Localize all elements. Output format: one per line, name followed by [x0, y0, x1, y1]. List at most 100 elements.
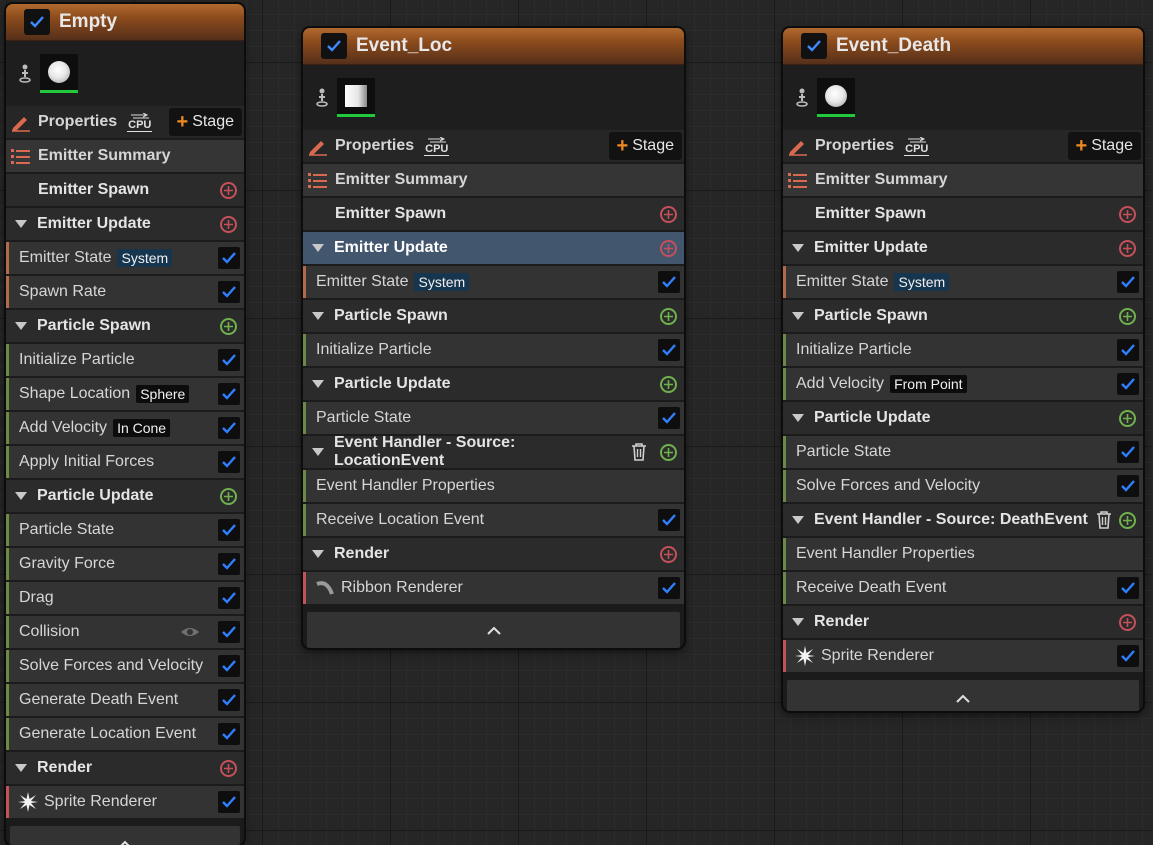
module-enable-checkbox[interactable]: [218, 417, 240, 439]
section-emitter-spawn[interactable]: Emitter Spawn: [303, 198, 684, 230]
module-enable-checkbox[interactable]: [218, 689, 240, 711]
emitter-node-event-loc[interactable]: Event_Loc Properties CPU +Stage Emitter …: [303, 28, 684, 648]
eye-icon[interactable]: [180, 626, 200, 638]
properties-row[interactable]: Properties CPU +Stage: [303, 130, 684, 162]
emitter-header[interactable]: Event_Death: [783, 28, 1143, 65]
emitter-header[interactable]: Event_Loc: [303, 28, 684, 65]
add-module-icon[interactable]: [1119, 206, 1136, 223]
add-module-icon[interactable]: [220, 488, 237, 505]
section-render[interactable]: Render: [6, 752, 244, 784]
add-stage-button[interactable]: +Stage: [169, 108, 243, 136]
module-enable-checkbox[interactable]: [1117, 339, 1139, 361]
module-sprite-renderer[interactable]: Sprite Renderer: [6, 786, 244, 818]
module-enable-checkbox[interactable]: [1117, 271, 1139, 293]
add-module-icon[interactable]: [660, 308, 677, 325]
emitter-thumbnail[interactable]: [817, 78, 855, 117]
module-emitter-state[interactable]: Emitter State System: [303, 266, 684, 298]
module-enable-checkbox[interactable]: [218, 553, 240, 575]
collapse-triangle-icon[interactable]: [312, 550, 324, 558]
section-particle-update[interactable]: Particle Update: [303, 368, 684, 400]
module-drag[interactable]: Drag: [6, 582, 244, 614]
trash-icon[interactable]: [630, 443, 648, 461]
emitter-node-event-death[interactable]: Event_Death Properties CPU +Stage Emitte…: [783, 28, 1143, 711]
module-enable-checkbox[interactable]: [1117, 645, 1139, 667]
section-particle-spawn[interactable]: Particle Spawn: [303, 300, 684, 332]
section-render[interactable]: Render: [303, 538, 684, 570]
module-add-velocity[interactable]: Add Velocity In Cone: [6, 412, 244, 444]
add-module-icon[interactable]: [1119, 240, 1136, 257]
emitter-summary-row[interactable]: Emitter Summary: [6, 140, 244, 172]
module-generate-location-event[interactable]: Generate Location Event: [6, 718, 244, 750]
module-enable-checkbox[interactable]: [218, 587, 240, 609]
emitter-enable-checkbox[interactable]: [321, 33, 347, 59]
add-module-icon[interactable]: [660, 206, 677, 223]
collapse-triangle-icon[interactable]: [792, 312, 804, 320]
emitter-summary-row[interactable]: Emitter Summary: [783, 164, 1143, 196]
collapse-triangle-icon[interactable]: [312, 312, 324, 320]
module-enable-checkbox[interactable]: [658, 407, 680, 429]
section-emitter-spawn[interactable]: Emitter Spawn: [783, 198, 1143, 230]
emitter-node-empty[interactable]: Empty Properties CPU +Stage Emitter Summ…: [6, 4, 244, 845]
add-module-icon[interactable]: [220, 760, 237, 777]
emitter-header[interactable]: Empty: [6, 4, 244, 41]
trash-icon[interactable]: [1095, 511, 1113, 529]
collapse-button[interactable]: [307, 612, 680, 648]
module-enable-checkbox[interactable]: [218, 791, 240, 813]
module-enable-checkbox[interactable]: [218, 723, 240, 745]
module-particle-state[interactable]: Particle State: [6, 514, 244, 546]
add-module-icon[interactable]: [220, 182, 237, 199]
section-particle-update[interactable]: Particle Update: [783, 402, 1143, 434]
module-particle-state[interactable]: Particle State: [303, 402, 684, 434]
section-particle-spawn[interactable]: Particle Spawn: [6, 310, 244, 342]
add-module-icon[interactable]: [660, 376, 677, 393]
module-enable-checkbox[interactable]: [218, 281, 240, 303]
collapse-triangle-icon[interactable]: [15, 220, 27, 228]
add-stage-button[interactable]: +Stage: [1068, 132, 1142, 160]
module-add-velocity[interactable]: Add Velocity From Point: [783, 368, 1143, 400]
module-initialize-particle[interactable]: Initialize Particle: [783, 334, 1143, 366]
module-enable-checkbox[interactable]: [218, 655, 240, 677]
module-event-handler-properties[interactable]: Event Handler Properties: [783, 538, 1143, 570]
module-gravity-force[interactable]: Gravity Force: [6, 548, 244, 580]
module-spawn-rate[interactable]: Spawn Rate: [6, 276, 244, 308]
module-enable-checkbox[interactable]: [658, 271, 680, 293]
module-enable-checkbox[interactable]: [218, 247, 240, 269]
collapse-triangle-icon[interactable]: [312, 244, 324, 252]
module-enable-checkbox[interactable]: [1117, 577, 1139, 599]
section-emitter-spawn[interactable]: Emitter Spawn: [6, 174, 244, 206]
module-particle-state[interactable]: Particle State: [783, 436, 1143, 468]
module-enable-checkbox[interactable]: [658, 577, 680, 599]
section-particle-spawn[interactable]: Particle Spawn: [783, 300, 1143, 332]
collapse-triangle-icon[interactable]: [15, 764, 27, 772]
add-module-icon[interactable]: [220, 216, 237, 233]
module-receive-death-event[interactable]: Receive Death Event: [783, 572, 1143, 604]
add-module-icon[interactable]: [1119, 410, 1136, 427]
module-initialize-particle[interactable]: Initialize Particle: [6, 344, 244, 376]
module-enable-checkbox[interactable]: [218, 349, 240, 371]
add-module-icon[interactable]: [660, 546, 677, 563]
module-solve-forces[interactable]: Solve Forces and Velocity: [783, 470, 1143, 502]
collapse-triangle-icon[interactable]: [792, 516, 804, 524]
module-ribbon-renderer[interactable]: Ribbon Renderer: [303, 572, 684, 604]
module-emitter-state[interactable]: Emitter State System: [783, 266, 1143, 298]
module-enable-checkbox[interactable]: [1117, 475, 1139, 497]
collapse-button[interactable]: [10, 826, 240, 845]
module-collision[interactable]: Collision: [6, 616, 244, 648]
module-enable-checkbox[interactable]: [1117, 373, 1139, 395]
module-solve-forces[interactable]: Solve Forces and Velocity: [6, 650, 244, 682]
collapse-triangle-icon[interactable]: [792, 414, 804, 422]
module-receive-location-event[interactable]: Receive Location Event: [303, 504, 684, 536]
module-enable-checkbox[interactable]: [218, 621, 240, 643]
add-module-icon[interactable]: [1119, 614, 1136, 631]
collapse-triangle-icon[interactable]: [792, 244, 804, 252]
module-enable-checkbox[interactable]: [1117, 441, 1139, 463]
section-emitter-update[interactable]: Emitter Update: [6, 208, 244, 240]
emitter-summary-row[interactable]: Emitter Summary: [303, 164, 684, 196]
module-initialize-particle[interactable]: Initialize Particle: [303, 334, 684, 366]
module-apply-initial-forces[interactable]: Apply Initial Forces: [6, 446, 244, 478]
properties-label[interactable]: Properties: [815, 137, 894, 155]
properties-row[interactable]: Properties CPU +Stage: [6, 106, 244, 138]
collapse-button[interactable]: [787, 680, 1139, 711]
emitter-thumbnail[interactable]: [337, 78, 375, 117]
add-module-icon[interactable]: [1119, 512, 1136, 529]
